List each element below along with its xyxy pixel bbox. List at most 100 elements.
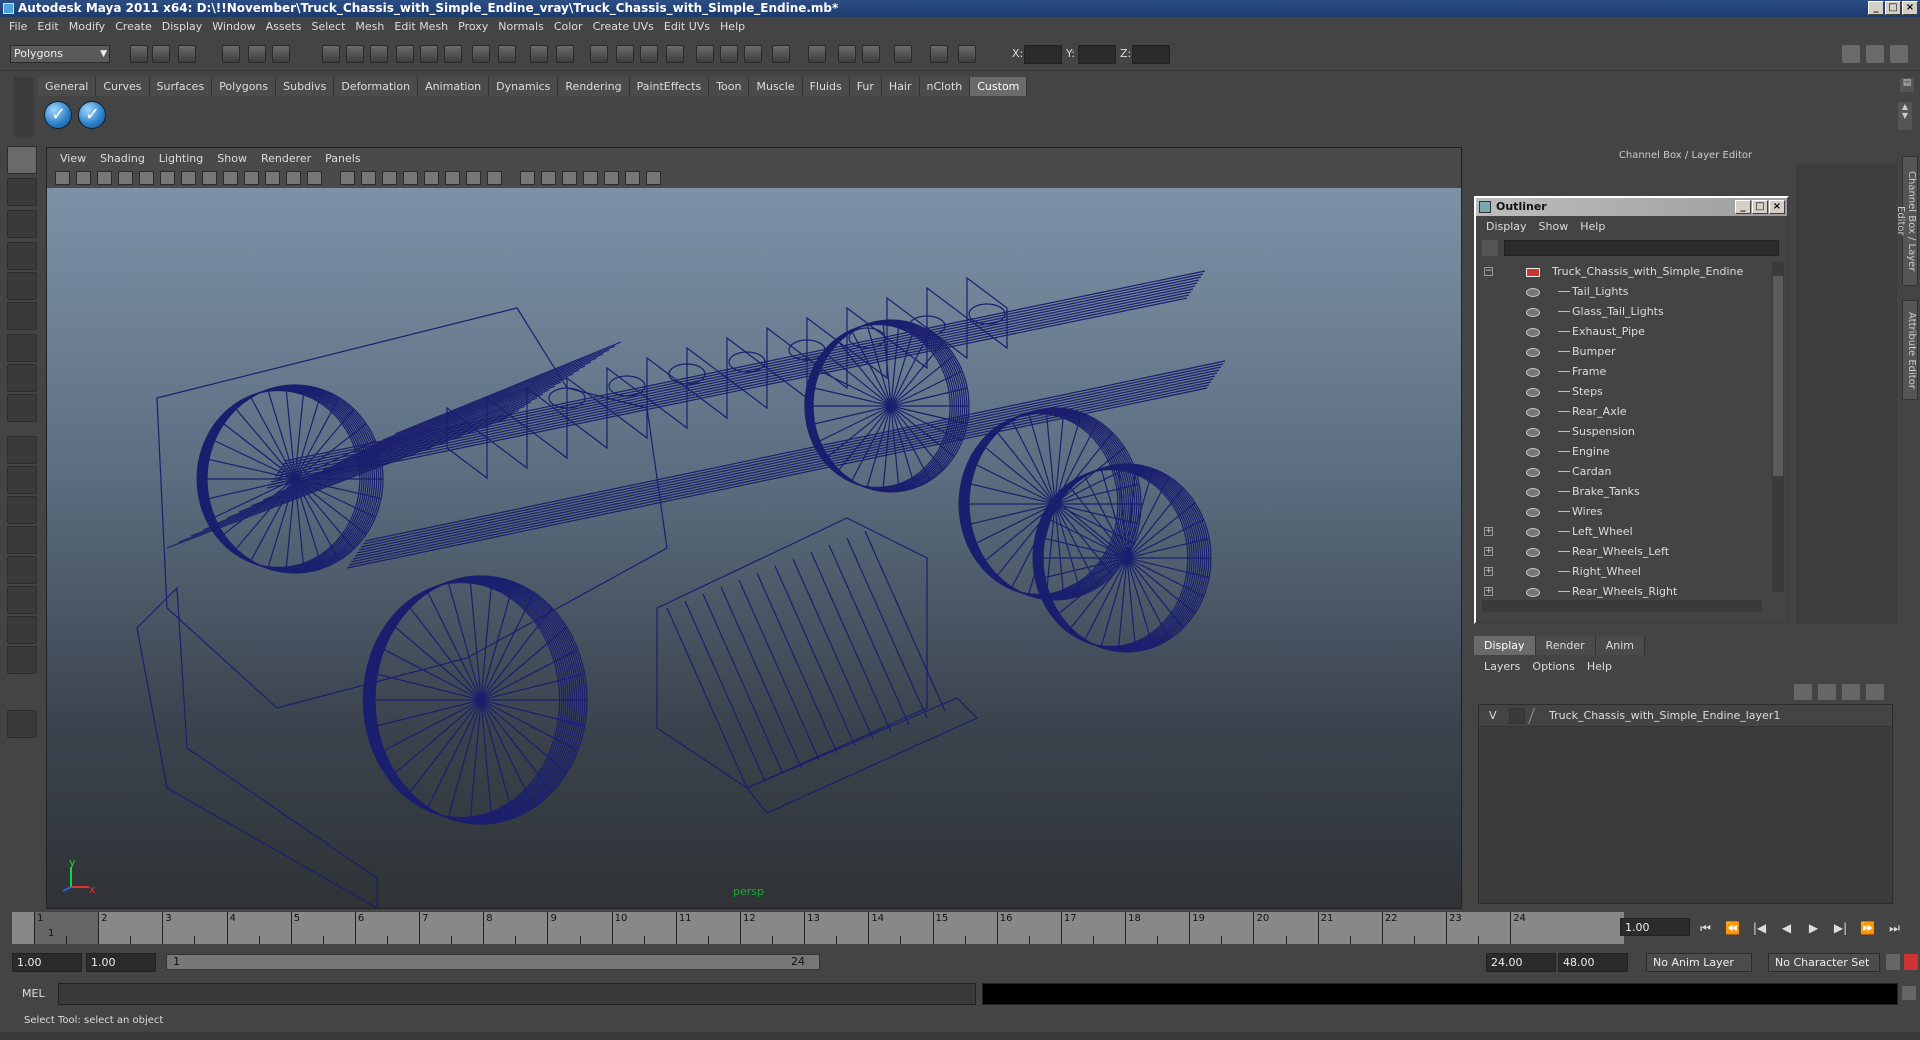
viewport-tool-icon[interactable]	[118, 171, 133, 185]
graph-persp-layout-icon[interactable]	[7, 556, 37, 584]
layer-tab-render[interactable]: Render	[1535, 636, 1596, 655]
outliner-item[interactable]: Exhaust_Pipe	[1476, 322, 1768, 342]
viewport-tool-icon[interactable]	[265, 171, 280, 185]
character-set-dropdown[interactable]: No Character Set	[1768, 953, 1880, 972]
last-tool-icon[interactable]	[7, 436, 37, 464]
scale-tool-icon[interactable]	[7, 302, 37, 330]
outliner-root-item[interactable]: − Truck_Chassis_with_Simple_Endine	[1476, 262, 1768, 282]
menu-set-dropdown[interactable]: Polygons ▼	[10, 45, 110, 63]
statusline-tool-icon[interactable]	[530, 45, 548, 63]
play-forward-icon[interactable]: ▶	[1800, 916, 1827, 940]
viewport-tool-icon[interactable]	[466, 171, 481, 185]
viewport-tool-icon[interactable]	[445, 171, 460, 185]
outliner-item[interactable]: Tail_Lights	[1476, 282, 1768, 302]
step-forward-key-icon[interactable]: ⏩	[1854, 916, 1881, 940]
menu-create-uvs[interactable]: Create UVs	[588, 17, 659, 37]
menu-help[interactable]: Help	[715, 17, 750, 37]
outliner-item[interactable]: + Rear_Wheels_Left	[1476, 542, 1768, 562]
playback-end-field[interactable]: 24.00	[1486, 953, 1556, 972]
anim-layer-dropdown[interactable]: No Anim Layer	[1646, 953, 1752, 972]
outliner-menu-display[interactable]: Display	[1480, 220, 1533, 233]
persp-outliner-layout-icon[interactable]	[7, 616, 37, 644]
go-to-start-icon[interactable]: ⏮	[1692, 916, 1719, 940]
outliner-maximize-button[interactable]: □	[1752, 200, 1768, 214]
animation-preferences-icon[interactable]	[1904, 954, 1918, 970]
outliner-item[interactable]: Wires	[1476, 502, 1768, 522]
lasso-tool-icon[interactable]	[7, 178, 37, 206]
layer-menu-layers[interactable]: Layers	[1478, 658, 1526, 676]
outliner-item[interactable]: Rear_Axle	[1476, 402, 1768, 422]
viewport-tool-icon[interactable]	[520, 171, 535, 185]
statusline-tool-icon[interactable]	[862, 45, 880, 63]
statusline-tool-icon[interactable]	[248, 45, 266, 63]
shelf-menu-handle[interactable]	[14, 77, 34, 137]
shelf-tab-polygons[interactable]: Polygons	[212, 77, 277, 96]
statusline-tool-icon[interactable]	[958, 45, 976, 63]
shelf-tab-ncloth[interactable]: nCloth	[919, 77, 971, 96]
move-layer-down-icon[interactable]	[1866, 684, 1884, 700]
go-to-end-icon[interactable]: ⏭	[1881, 916, 1908, 940]
menu-modify[interactable]: Modify	[64, 17, 110, 37]
layer-color-icon[interactable]	[1528, 708, 1546, 724]
statusline-tool-icon[interactable]	[396, 45, 414, 63]
shelf-tab-deformation[interactable]: Deformation	[334, 77, 419, 96]
shelf-tab-fur[interactable]: Fur	[849, 77, 882, 96]
viewport-menu-panels[interactable]: Panels	[318, 152, 367, 165]
statusline-tool-icon[interactable]	[556, 45, 574, 63]
statusline-tool-icon[interactable]	[772, 45, 790, 63]
layer-visibility-toggle[interactable]: V	[1489, 705, 1497, 727]
perspective-scene[interactable]: y x persp	[47, 188, 1461, 908]
outliner-item[interactable]: Cardan	[1476, 462, 1768, 482]
viewport-tool-icon[interactable]	[403, 171, 418, 185]
shelf-tab-hair[interactable]: Hair	[881, 77, 920, 96]
statusline-tool-icon[interactable]	[666, 45, 684, 63]
viewport-tool-icon[interactable]	[139, 171, 154, 185]
new-layer-selected-icon[interactable]	[1818, 684, 1836, 700]
custom-layout-icon[interactable]	[7, 646, 37, 674]
statusline-tool-icon[interactable]	[346, 45, 364, 63]
four-pane-layout-icon[interactable]	[7, 496, 37, 524]
statusline-tool-icon[interactable]	[930, 45, 948, 63]
menu-file[interactable]: File	[4, 17, 32, 37]
menu-display[interactable]: Display	[157, 17, 208, 37]
collapse-icon[interactable]: −	[1484, 267, 1493, 276]
viewport-tool-icon[interactable]	[562, 171, 577, 185]
z-input[interactable]	[1132, 45, 1170, 64]
shelf-trash-icon[interactable]: ▤	[1900, 78, 1914, 92]
layer-tab-anim[interactable]: Anim	[1595, 636, 1645, 655]
viewport-tool-icon[interactable]	[340, 171, 355, 185]
custom-shelf-check-icon[interactable]	[78, 101, 106, 129]
tab-attribute-editor[interactable]: Attribute Editor	[1902, 300, 1918, 400]
statusline-tool-icon[interactable]	[808, 45, 826, 63]
shelf-scroll-arrows-icon[interactable]: ▲ ▼	[1898, 102, 1912, 130]
viewport-tool-icon[interactable]	[202, 171, 217, 185]
viewport-tool-icon[interactable]	[307, 171, 322, 185]
shelf-tab-dynamics[interactable]: Dynamics	[489, 77, 559, 96]
outliner-menu-help[interactable]: Help	[1574, 220, 1611, 233]
menu-normals[interactable]: Normals	[493, 17, 549, 37]
animation-start-field[interactable]: 1.00	[12, 953, 82, 972]
outliner-item[interactable]: + Rear_Wheels_Right	[1476, 582, 1768, 602]
current-time-field[interactable]: 1.00	[1620, 918, 1690, 936]
shelf-tab-surfaces[interactable]: Surfaces	[149, 77, 213, 96]
outliner-vertical-scrollbar[interactable]	[1772, 262, 1784, 592]
shelf-tab-subdivs[interactable]: Subdivs	[276, 77, 335, 96]
new-layer-icon[interactable]	[1794, 684, 1812, 700]
minimize-button[interactable]: _	[1868, 1, 1884, 15]
statusline-tool-icon[interactable]	[472, 45, 490, 63]
time-slider[interactable]: 1 1 2 3 4 5 6 7 8 9 10 11 12 13 14 15 16 17 18 19 20 21 22 23 2…	[12, 912, 1624, 944]
shelf-tab-curves[interactable]: Curves	[96, 77, 150, 96]
shelf-tab-fluids[interactable]: Fluids	[802, 77, 850, 96]
statusline-tool-icon[interactable]	[590, 45, 608, 63]
statusline-tool-icon[interactable]	[272, 45, 290, 63]
statusline-tool-icon[interactable]	[178, 45, 196, 63]
viewport-panel[interactable]: View Shading Lighting Show Renderer Panels y …	[46, 147, 1462, 909]
outliner-item[interactable]: + Left_Wheel	[1476, 522, 1768, 542]
menu-mesh[interactable]: Mesh	[350, 17, 389, 37]
viewport-tool-icon[interactable]	[97, 171, 112, 185]
statusline-tool-icon[interactable]	[640, 45, 658, 63]
statusline-tool-icon[interactable]	[222, 45, 240, 63]
layer-type-toggle[interactable]	[1509, 708, 1525, 724]
tool-settings-toggle-icon[interactable]	[1866, 45, 1884, 63]
tool-options-icon[interactable]	[7, 710, 37, 738]
